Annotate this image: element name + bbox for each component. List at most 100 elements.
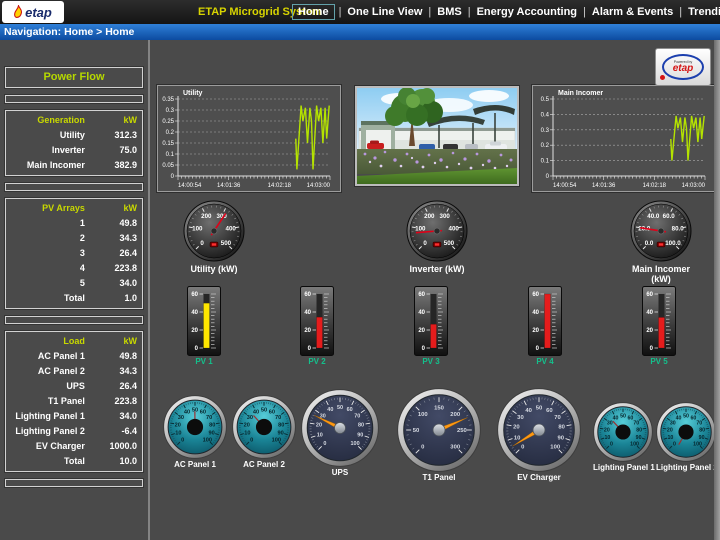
svg-text:0.25: 0.25: [162, 119, 174, 125]
dial-label: AC Panel 1: [163, 460, 227, 469]
table-row: T1 Panel223.8: [6, 394, 142, 409]
row-label: Lighting Panel 2: [6, 424, 85, 439]
table-spacer: [5, 479, 143, 487]
row-value: 223.8: [85, 394, 142, 409]
svg-text:0.1: 0.1: [166, 152, 175, 158]
svg-text:60: 60: [546, 408, 553, 414]
svg-text:40: 40: [676, 415, 682, 421]
svg-text:10: 10: [175, 431, 181, 437]
svg-text:400: 400: [449, 226, 460, 233]
svg-text:80: 80: [358, 423, 364, 429]
pv-bar-label: PV 3: [411, 357, 451, 366]
svg-text:0.3: 0.3: [541, 128, 550, 134]
menu-separator: |: [679, 6, 682, 18]
dial-label: Lighting Panel 1: [593, 463, 653, 472]
table-section-load: LoadkWAC Panel 149.8AC Panel 234.3UPS26.…: [5, 331, 143, 472]
main-incomer-gauge: 0.020.040.060.080.0100.0 Main Incomer (k…: [626, 200, 696, 284]
svg-text:50: 50: [337, 405, 343, 411]
ups-dial: 0102030405060708090100 UPS: [301, 389, 379, 477]
main-menu: Home|One Line View|BMS|Energy Accounting…: [292, 3, 720, 21]
row-value: 34.0: [85, 409, 142, 424]
section-header: LoadkW: [6, 334, 142, 349]
etap-logo: etap: [2, 1, 64, 23]
menu-item-one-line-view[interactable]: One Line View: [345, 5, 424, 19]
table-row: Total10.0: [6, 454, 142, 469]
svg-text:100.0: 100.0: [665, 240, 681, 247]
svg-text:0.0: 0.0: [645, 240, 654, 247]
svg-text:50: 50: [536, 405, 543, 411]
svg-text:300: 300: [450, 444, 461, 450]
row-value: 26.4: [85, 379, 142, 394]
svg-text:60.0: 60.0: [663, 213, 676, 220]
table-row: Main Incomer382.9: [6, 158, 142, 173]
menu-item-home[interactable]: Home: [292, 4, 335, 20]
svg-text:50: 50: [261, 408, 267, 414]
svg-text:20: 20: [316, 423, 322, 429]
pv-bar-label: PV 4: [525, 357, 565, 366]
menu-separator: |: [428, 6, 431, 18]
svg-text:500: 500: [221, 240, 232, 247]
table-row: AC Panel 149.8: [6, 349, 142, 364]
pv3-bar-gauge: 0 20 40 60 PV 3: [411, 286, 451, 366]
svg-text:70: 70: [206, 415, 212, 421]
table-row: Utility312.3: [6, 128, 142, 143]
utility-trend-chart: Utility00.050.10.150.20.250.30.3514:00:5…: [157, 85, 341, 192]
svg-text:0: 0: [323, 441, 326, 447]
menu-item-alarm-events[interactable]: Alarm & Events: [590, 5, 675, 19]
svg-text:40.0: 40.0: [647, 213, 660, 220]
menu-item-trending[interactable]: Trending: [686, 5, 720, 19]
row-label: Main Incomer: [6, 158, 85, 173]
svg-text:60: 60: [418, 292, 425, 298]
gauge-label: Utility (kW): [179, 264, 249, 274]
svg-text:70: 70: [275, 415, 281, 421]
svg-text:0: 0: [181, 437, 184, 443]
table-row: Inverter75.0: [6, 143, 142, 158]
t1-panel-dial: 050100150200250300 T1 Panel: [397, 388, 481, 482]
svg-text:20: 20: [244, 422, 250, 428]
svg-text:20: 20: [667, 427, 673, 433]
svg-text:90: 90: [636, 435, 642, 441]
table-row: 326.4: [6, 246, 142, 261]
row-label: Lighting Panel 1: [6, 409, 85, 424]
svg-text:90: 90: [699, 435, 705, 441]
gauge-label: Main Incomer (kW): [626, 264, 696, 284]
svg-text:20: 20: [604, 427, 610, 433]
svg-text:80: 80: [699, 427, 705, 433]
svg-text:100: 100: [630, 442, 639, 448]
menu-item-bms[interactable]: BMS: [435, 5, 463, 19]
svg-text:14:02:18: 14:02:18: [268, 183, 292, 189]
svg-text:Main Incomer: Main Incomer: [558, 90, 603, 97]
row-value: 26.4: [85, 246, 142, 261]
svg-text:30: 30: [178, 415, 184, 421]
svg-text:90: 90: [208, 431, 214, 437]
row-value: 1.0: [85, 291, 142, 306]
svg-text:0.3: 0.3: [166, 108, 175, 114]
svg-text:14:03:00: 14:03:00: [682, 183, 706, 189]
svg-text:80: 80: [558, 425, 565, 431]
row-value: 223.8: [85, 261, 142, 276]
row-label: T1 Panel: [6, 394, 85, 409]
lighting-panel-2-dial: 0102030405060708090100 Lighting Panel 2: [656, 402, 716, 472]
menu-item-energy-accounting[interactable]: Energy Accounting: [475, 5, 579, 19]
table-row: AC Panel 234.3: [6, 364, 142, 379]
svg-text:20: 20: [191, 328, 198, 334]
row-label: 5: [6, 276, 85, 291]
row-value: 312.3: [85, 128, 142, 143]
svg-text:0.15: 0.15: [162, 141, 174, 147]
powered-by-brand: etap: [673, 64, 694, 74]
svg-text:14:02:18: 14:02:18: [643, 183, 667, 189]
table-row: Lighting Panel 2-6.4: [6, 424, 142, 439]
svg-text:100: 100: [272, 437, 281, 443]
etap-flame-icon: [14, 5, 23, 19]
svg-text:200: 200: [201, 213, 212, 220]
svg-text:90: 90: [558, 435, 565, 441]
dashboard-area: Utility00.050.10.150.20.250.30.3514:00:5…: [151, 40, 720, 540]
row-value: 34.3: [85, 231, 142, 246]
scrollbar[interactable]: [714, 40, 720, 540]
svg-text:0.2: 0.2: [541, 143, 550, 149]
svg-text:0.4: 0.4: [541, 112, 550, 118]
row-label: 3: [6, 246, 85, 261]
svg-text:80: 80: [636, 427, 642, 433]
svg-text:0.05: 0.05: [162, 163, 174, 169]
svg-text:100: 100: [351, 441, 360, 447]
